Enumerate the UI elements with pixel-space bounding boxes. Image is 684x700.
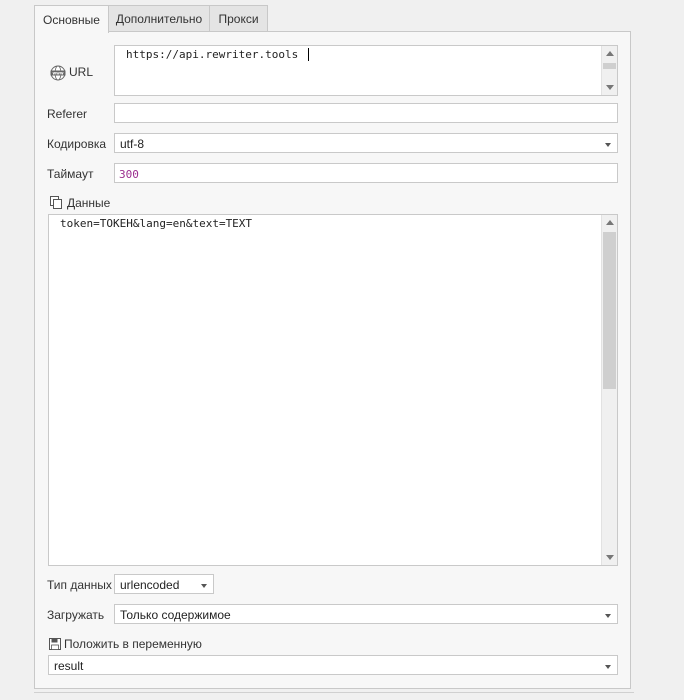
timeout-value: 300 xyxy=(119,168,139,181)
scroll-thumb[interactable] xyxy=(603,232,616,389)
tab-advanced[interactable]: Дополнительно xyxy=(108,5,210,31)
scroll-up-arrow-icon[interactable] xyxy=(606,220,614,225)
referer-label: Referer xyxy=(47,107,88,121)
url-value: https://api.rewriter.tools xyxy=(126,48,299,61)
data-type-value: urlencoded xyxy=(120,578,180,592)
scroll-thumb[interactable] xyxy=(603,63,616,69)
tab-main[interactable]: Основные xyxy=(34,5,109,33)
chevron-down-icon[interactable] xyxy=(605,614,611,618)
scroll-down-arrow-icon[interactable] xyxy=(606,85,614,90)
data-label: Данные xyxy=(67,196,111,210)
www-globe-icon: www xyxy=(50,65,66,84)
url-field[interactable]: https://api.rewriter.tools xyxy=(114,45,618,96)
encoding-value: utf-8 xyxy=(120,137,145,151)
data-textarea[interactable]: token=TOKEH&lang=en&text=TEXT xyxy=(48,214,618,566)
floppy-disk-icon[interactable] xyxy=(48,637,62,654)
data-scrollbar[interactable] xyxy=(601,215,617,565)
load-select[interactable]: Только содержимое xyxy=(114,604,618,624)
data-type-label: Тип данных xyxy=(47,578,112,592)
chevron-down-icon[interactable] xyxy=(201,584,207,588)
text-cursor xyxy=(308,48,309,61)
copy-icon[interactable] xyxy=(49,195,63,212)
divider xyxy=(34,692,634,693)
svg-text:www: www xyxy=(52,71,63,76)
save-to-var-select[interactable]: result xyxy=(48,655,618,675)
chevron-down-icon[interactable] xyxy=(605,665,611,669)
load-label: Загружать xyxy=(47,608,105,622)
data-type-select[interactable]: urlencoded xyxy=(114,574,214,594)
url-label: URL xyxy=(69,65,94,79)
data-value: token=TOKEH&lang=en&text=TEXT xyxy=(60,217,253,230)
timeout-field[interactable]: 300 xyxy=(114,163,618,183)
load-value: Только содержимое xyxy=(120,608,231,622)
scroll-down-arrow-icon[interactable] xyxy=(606,555,614,560)
encoding-select[interactable]: utf-8 xyxy=(114,133,618,153)
referer-field[interactable] xyxy=(114,103,618,123)
scroll-up-arrow-icon[interactable] xyxy=(606,51,614,56)
save-to-var-value: result xyxy=(54,659,84,673)
save-to-var-label: Положить в переменную xyxy=(64,637,202,651)
tab-proxy[interactable]: Прокси xyxy=(209,5,268,31)
chevron-down-icon[interactable] xyxy=(605,143,611,147)
settings-panel: www URL https://api.rewriter.tools Refer… xyxy=(34,31,631,689)
encoding-label: Кодировка xyxy=(47,137,107,151)
url-scrollbar[interactable] xyxy=(601,46,617,95)
timeout-label: Таймаут xyxy=(47,167,94,181)
